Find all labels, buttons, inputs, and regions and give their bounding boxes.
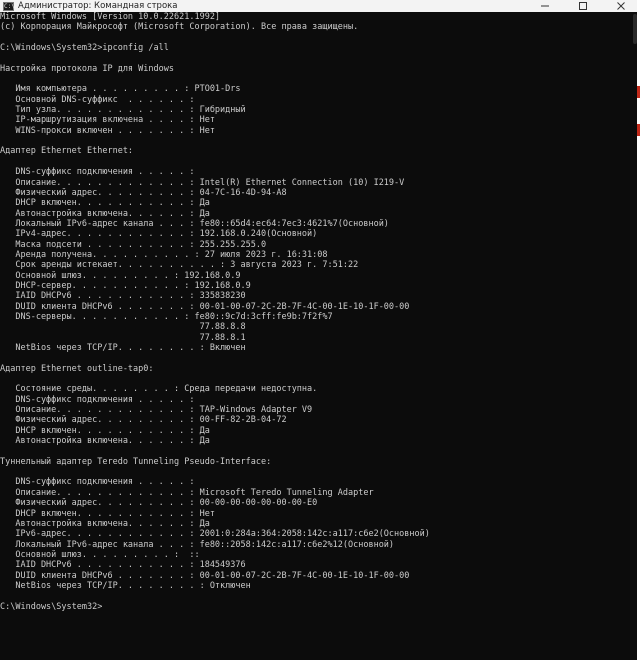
console-line: WINS-прокси включен . . . . . . . : Нет bbox=[0, 125, 215, 136]
console-line: Имя компьютера . . . . . . . . . : PTO01… bbox=[0, 84, 241, 95]
console-line: IPv4-адрес. . . . . . . . . . . . : 192.… bbox=[0, 229, 318, 240]
console-line: Автонастройка включена. . . . . . : Да bbox=[0, 208, 210, 219]
close-button[interactable] bbox=[602, 0, 640, 12]
console-line: Настройка протокола IP для Windows bbox=[0, 63, 174, 74]
console-line: Физический адрес. . . . . . . . . : 00-F… bbox=[0, 415, 287, 426]
console-line: Автонастройка включена. . . . . . : Да bbox=[0, 436, 210, 447]
console-line: Основной шлюз. . . . . . . . . : 192.168… bbox=[0, 270, 241, 281]
console-line: Описание. . . . . . . . . . . . . : Micr… bbox=[0, 487, 374, 498]
console-line: Основной DNS-суффикс . . . . . . : bbox=[0, 94, 195, 105]
console-line: Физический адрес. . . . . . . . . : 00-0… bbox=[0, 498, 318, 509]
console-line: DNS-суффикс подключения . . . . . : bbox=[0, 167, 195, 178]
console-line: NetBios через TCP/IP. . . . . . . . : От… bbox=[0, 580, 251, 591]
maximize-button[interactable] bbox=[564, 0, 602, 12]
console-line: IAID DHCPv6 . . . . . . . . . . . : 3358… bbox=[0, 291, 246, 302]
console-line: Описание. . . . . . . . . . . . . : Inte… bbox=[0, 177, 405, 188]
console-line: C:\Windows\System32>ipconfig /all bbox=[0, 43, 169, 54]
console-line: Автонастройка включена. . . . . . : Да bbox=[0, 518, 210, 529]
minimize-icon bbox=[541, 5, 549, 7]
console-line: DHCP включен. . . . . . . . . . . : Нет bbox=[0, 508, 215, 519]
console-line: Адаптер Ethernet Ethernet: bbox=[0, 146, 134, 157]
console-line: (c) Корпорация Майкрософт (Microsoft Cor… bbox=[0, 22, 359, 33]
console-line: DHCP включен. . . . . . . . . . . : Да bbox=[0, 425, 210, 436]
console-line: Аренда получена. . . . . . . . . . : 27 … bbox=[0, 249, 328, 260]
console-line: C:\Windows\System32> bbox=[0, 601, 103, 612]
console-line: Срок аренды истекает. . . . . . . . . . … bbox=[0, 260, 359, 271]
console-line: Описание. . . . . . . . . . . . . : TAP-… bbox=[0, 405, 313, 416]
window-title: Администратор: Командная строка bbox=[18, 1, 178, 11]
window-controls bbox=[526, 0, 640, 12]
console-line: Microsoft Windows [Version 10.0.22621.19… bbox=[0, 12, 221, 22]
console-line: NetBios через TCP/IP. . . . . . . . : Вк… bbox=[0, 343, 246, 353]
console-line: IAID DHCPv6 . . . . . . . . . . . : 1845… bbox=[0, 560, 246, 571]
maximize-icon bbox=[579, 2, 587, 10]
console-line: DUID клиента DHCPv6 . . . . . . . : 00-0… bbox=[0, 301, 410, 312]
console-line: 77.88.8.1 bbox=[0, 332, 246, 343]
console-output[interactable]: Microsoft Windows [Version 10.0.22621.19… bbox=[0, 12, 628, 660]
console-line: IPv6-адрес. . . . . . . . . . . . : 2001… bbox=[0, 529, 430, 540]
console-line: Адаптер Ethernet outline-tap0: bbox=[0, 363, 154, 374]
console-line: Состояние среды. . . . . . . . : Среда п… bbox=[0, 384, 318, 395]
console-line: DNS-суффикс подключения . . . . . : bbox=[0, 394, 195, 405]
console-line: Физический адрес. . . . . . . . . : 04-7… bbox=[0, 187, 287, 198]
console-line: Туннельный адаптер Teredo Tunneling Pseu… bbox=[0, 456, 272, 467]
title-bar[interactable]: C:\ Администратор: Командная строка bbox=[0, 0, 640, 12]
console-line: Локальный IPv6-адрес канала . . . : fe80… bbox=[0, 539, 395, 550]
console-line: Тип узла. . . . . . . . . . . . . : Гибр… bbox=[0, 105, 246, 116]
console-line: Маска подсети . . . . . . . . . . : 255.… bbox=[0, 239, 267, 250]
command-prompt-icon: C:\ bbox=[3, 1, 15, 11]
console-line: DHCP-сервер. . . . . . . . . . . : 192.1… bbox=[0, 280, 251, 291]
console-line: DUID клиента DHCPv6 . . . . . . . : 00-0… bbox=[0, 570, 410, 581]
console-line: DNS-суффикс подключения . . . . . : bbox=[0, 477, 195, 488]
console-line: DNS-серверы. . . . . . . . . . . : fe80:… bbox=[0, 311, 333, 322]
console-line: IP-маршрутизация включена . . . . : Нет bbox=[0, 115, 215, 126]
close-icon bbox=[617, 2, 625, 10]
console-line: DHCP включен. . . . . . . . . . . : Да bbox=[0, 198, 210, 209]
minimize-button[interactable] bbox=[526, 0, 564, 12]
console-line: Основной шлюз. . . . . . . . . : :: bbox=[0, 549, 200, 560]
console-line: 77.88.8.8 bbox=[0, 322, 246, 333]
console-line: Локальный IPv6-адрес канала . . . : fe80… bbox=[0, 218, 389, 229]
